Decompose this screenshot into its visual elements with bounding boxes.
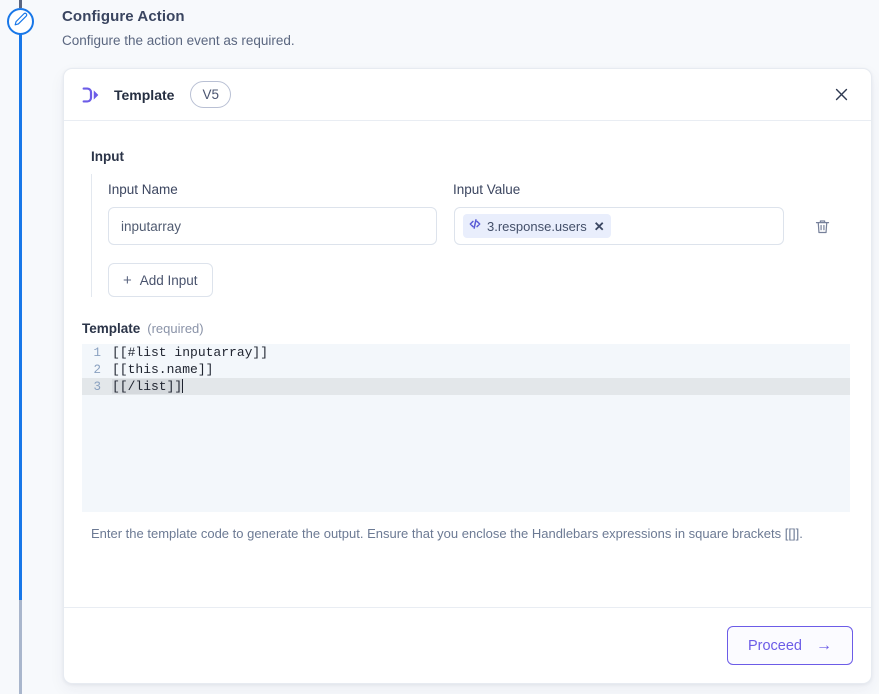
timeline-step-node[interactable] [7,8,34,35]
input-value-field[interactable]: 3.response.users ✕ [454,207,784,245]
arrow-right-icon: → [816,636,832,654]
template-code-editor[interactable]: 1 [[#list inputarray]] 2 [[this.name]] 3 [[/l… [82,344,850,512]
variable-chip[interactable]: 3.response.users ✕ [463,214,611,238]
template-section-label: Template [82,321,141,336]
input-value-label: Input Value [453,182,521,197]
timeline-rail-top [19,0,22,8]
code-icon [468,217,482,236]
card-title: Template [114,86,175,103]
trash-icon[interactable] [811,215,833,237]
page-title: Configure Action [62,8,185,25]
template-required-note: (required) [147,321,204,336]
pencil-icon [14,12,28,31]
code-line-text: [[this.name]] [112,362,214,377]
card-footer: Proceed → [64,607,871,683]
input-name-field[interactable] [108,207,437,245]
card-body: Input Input Name Input Value 3.response.… [64,121,871,655]
variable-chip-label: 3.response.users [487,218,587,234]
plus-icon: + [123,271,132,289]
input-group: Input Name Input Value 3.response.users … [91,174,853,297]
code-line-text: [[/list]] [112,379,184,394]
code-line[interactable]: 2 [[this.name]] [82,361,850,378]
timeline-rail-active [19,34,22,609]
template-help-text: Enter the template code to generate the … [91,526,803,541]
step-timeline [0,0,42,694]
variable-chip-remove-icon[interactable]: ✕ [594,220,605,233]
page-subtitle: Configure the action event as required. [62,33,295,48]
close-icon[interactable] [825,79,857,111]
add-input-label: Add Input [139,272,198,288]
code-line[interactable]: 3 [[/list]] [82,378,850,395]
version-badge: V5 [190,81,231,108]
proceed-label: Proceed [747,637,802,654]
card-header: Template V5 [64,69,871,121]
input-section-label: Input [91,149,124,164]
add-input-button[interactable]: + Add Input [108,263,213,297]
input-column-labels: Input Name Input Value [108,182,853,197]
code-line-text: [[#list inputarray]] [112,345,269,360]
template-branch-icon [80,84,102,106]
code-line-number: 3 [93,379,101,394]
timeline-rail-inactive [19,600,22,694]
code-line[interactable]: 1 [[#list inputarray]] [82,344,850,361]
proceed-button[interactable]: Proceed → [726,626,853,665]
code-line-number: 1 [93,345,101,360]
input-name-label: Input Name [108,182,178,197]
text-caret [182,379,184,393]
configure-action-card: Template V5 Input Input Name Input Value [63,68,872,684]
template-label-row: Template (required) [82,321,853,336]
page-heading: Configure Action Configure the action ev… [62,8,762,48]
input-row: 3.response.users ✕ [108,207,853,245]
code-line-number: 2 [93,362,101,377]
